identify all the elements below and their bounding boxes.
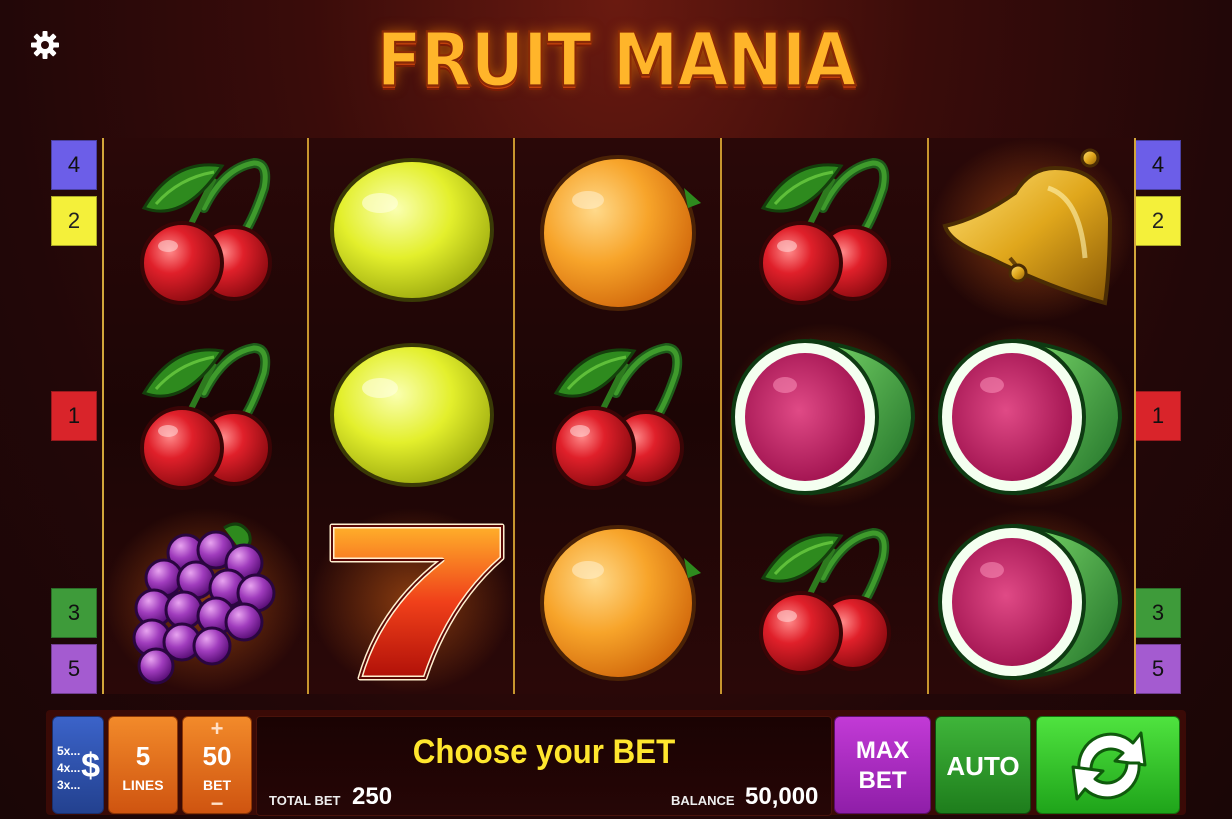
reel-2-cell-1 (310, 138, 514, 323)
reel-1-cell-1 (104, 138, 308, 323)
watermelon-icon (723, 323, 927, 508)
balance-value: 50,000 (745, 783, 819, 810)
reel-2-cell-2 (310, 323, 514, 508)
lemon-icon (310, 323, 514, 508)
total-bet-value: 250 (352, 783, 393, 810)
reel-2-cell-3 (310, 508, 514, 693)
gear-icon (31, 31, 59, 59)
reel-2 (310, 138, 514, 694)
lines-value: 5 (135, 741, 151, 771)
watermelon-icon (930, 323, 1134, 508)
orange-icon (516, 138, 720, 323)
paytable-row-3x: 3x... (57, 778, 81, 792)
line-marker-right-5[interactable]: 5 (1135, 644, 1181, 694)
max-bet-label-line2: BET (858, 767, 907, 794)
seven-icon (310, 508, 514, 693)
max-bet-button[interactable]: MAX BET (834, 716, 931, 814)
game-title: FRUIT MANIA (376, 16, 858, 104)
bet-increase-button[interactable]: + (183, 718, 251, 740)
grapes-icon (104, 508, 308, 693)
reel-5 (930, 138, 1134, 694)
cherries-icon (516, 323, 720, 508)
reel-5-cell-2 (930, 323, 1134, 508)
balance-label: BALANCE (671, 793, 735, 808)
line-marker-left-5[interactable]: 5 (51, 644, 97, 694)
watermelon-icon (930, 508, 1134, 693)
line-marker-right-3[interactable]: 3 (1135, 588, 1181, 638)
dollar-icon: $ (81, 747, 100, 785)
paytable-button[interactable]: 5x... 4x... 3x... $ (52, 716, 104, 814)
lines-label: LINES (122, 777, 164, 793)
bet-decrease-button[interactable]: − (183, 793, 251, 815)
reel-5-cell-1 (930, 138, 1134, 323)
message-display: Choose your BET TOTAL BET 250 BALANCE 50… (256, 716, 832, 816)
reel-1 (104, 138, 308, 694)
reel-4 (723, 138, 927, 694)
reel-1-cell-3 (104, 508, 308, 693)
max-bet-label-line1: MAX (855, 737, 910, 764)
reel-3-cell-2 (516, 323, 720, 508)
paytable-row-4x: 4x... (57, 761, 81, 775)
lines-button[interactable]: 5 LINES (108, 716, 178, 814)
reel-1-cell-2 (104, 323, 308, 508)
line-marker-right-2[interactable]: 2 (1135, 196, 1181, 246)
reels-area (102, 138, 1136, 694)
cherries-icon (723, 508, 927, 693)
bet-value: 50 (202, 741, 232, 771)
reel-3-cell-1 (516, 138, 720, 323)
cherries-icon (104, 323, 308, 508)
lemon-icon (310, 138, 514, 323)
cherries-icon (723, 138, 927, 323)
reel-4-cell-1 (723, 138, 927, 323)
line-marker-left-3[interactable]: 3 (51, 588, 97, 638)
auto-label: AUTO (946, 751, 1020, 781)
settings-button[interactable] (30, 30, 60, 60)
bell-icon (930, 138, 1134, 323)
spin-button[interactable] (1036, 716, 1180, 814)
line-marker-left-2[interactable]: 2 (51, 196, 97, 246)
reel-3-cell-3 (516, 508, 720, 693)
bet-control: + 50 BET − (182, 716, 252, 815)
line-marker-right-4[interactable]: 4 (1135, 140, 1181, 190)
paytable-rows: 5x... 4x... 3x... (57, 743, 80, 794)
auto-button[interactable]: AUTO (935, 716, 1031, 814)
line-marker-right-1[interactable]: 1 (1135, 391, 1181, 441)
reel-4-cell-3 (723, 508, 927, 693)
status-message: Choose your BET (412, 733, 676, 771)
cherries-icon (104, 138, 308, 323)
total-bet-label: TOTAL BET (269, 793, 341, 808)
line-marker-left-1[interactable]: 1 (51, 391, 97, 441)
reel-3 (516, 138, 720, 694)
line-marker-left-4[interactable]: 4 (51, 140, 97, 190)
orange-icon (516, 508, 720, 693)
paytable-row-5x: 5x... (57, 744, 81, 758)
reel-4-cell-2 (723, 323, 927, 508)
reel-5-cell-3 (930, 508, 1134, 693)
refresh-icon (1071, 731, 1147, 801)
